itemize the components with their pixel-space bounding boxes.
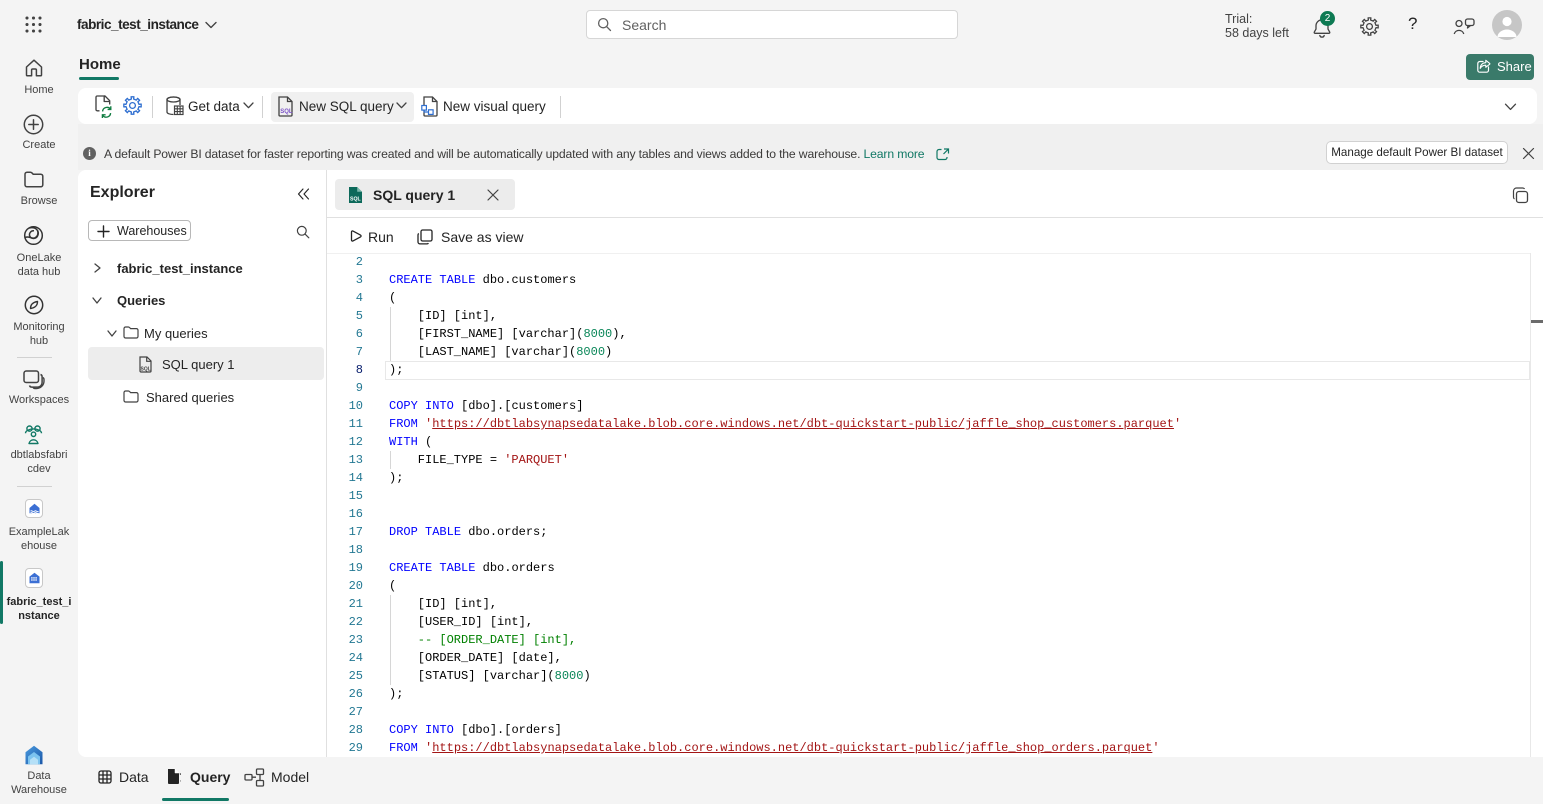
svg-text:SQL: SQL	[280, 109, 293, 115]
svg-text:SQL: SQL	[141, 367, 151, 373]
svg-text:SQL: SQL	[350, 197, 361, 203]
